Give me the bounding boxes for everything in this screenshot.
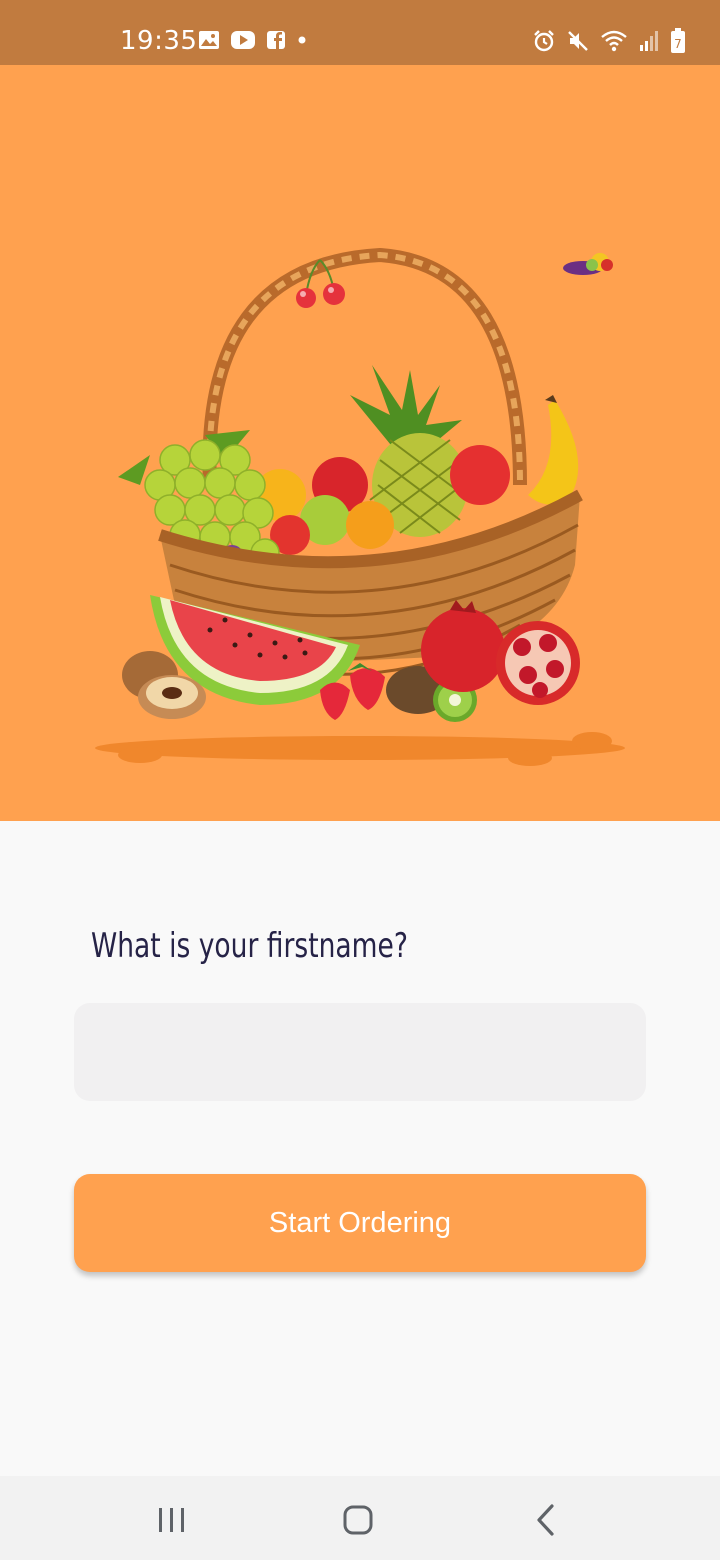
hero-banner [0,65,720,821]
youtube-icon [231,31,255,49]
wifi-icon [601,30,627,52]
small-fruit-icon [563,253,613,275]
gallery-icon [199,31,219,49]
fruit-basket-illustration [95,247,625,766]
recent-apps-icon[interactable] [152,1500,192,1540]
firstname-input[interactable] [74,1003,646,1101]
alarm-icon [534,30,554,52]
facebook-icon [267,31,285,49]
signal-icon [640,31,658,51]
back-icon[interactable] [526,1500,566,1540]
home-icon[interactable] [338,1500,378,1540]
notification-icons [198,30,308,50]
battery-icon: 7 [671,28,685,53]
start-ordering-button[interactable]: Start Ordering [74,1174,646,1272]
status-bar: 19:35 7 [0,0,720,65]
dot-icon [298,36,306,44]
battery-level: 7 [674,37,682,51]
form-area: What is your firstname? Start Ordering [0,821,720,1476]
mute-icon [568,31,588,51]
firstname-question-label: What is your firstname? [91,926,408,966]
navigation-bar [0,1476,720,1560]
system-icons: 7 [532,28,686,54]
status-time: 19:35 [120,26,198,56]
